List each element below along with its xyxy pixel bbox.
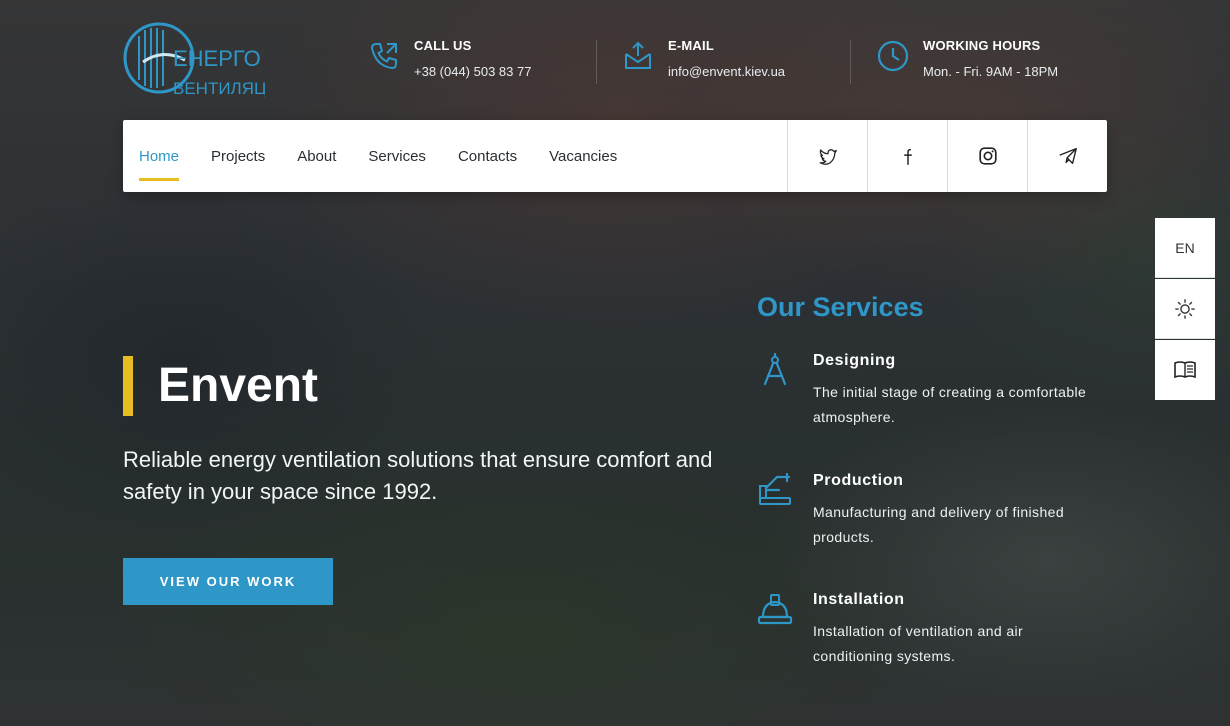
- hero-accent-bar: [123, 356, 133, 416]
- language-switch[interactable]: EN: [1155, 218, 1215, 278]
- logo-icon: ЕНЕРГО ВЕНТИЛЯЦІЯ: [123, 22, 284, 98]
- logo-line-2: ВЕНТИЛЯЦІЯ: [173, 79, 265, 98]
- phone-icon: [371, 43, 397, 69]
- service-name: Installation: [813, 591, 905, 608]
- service-description: The initial stage of creating a comforta…: [813, 384, 1087, 425]
- nav-contacts[interactable]: Contacts: [458, 142, 517, 171]
- working-hours-label: WORKING HOURS: [923, 38, 1041, 53]
- instagram-button[interactable]: [947, 120, 1027, 192]
- logo[interactable]: ЕНЕРГО ВЕНТИЛЯЦІЯ: [123, 18, 284, 102]
- nav-about[interactable]: About: [297, 142, 336, 171]
- services-title: Our Services: [757, 292, 924, 322]
- hero-title: Envent: [158, 359, 319, 412]
- twitter-icon: [819, 149, 837, 165]
- reader-mode-button[interactable]: [1155, 340, 1215, 400]
- twitter-button[interactable]: [787, 120, 867, 192]
- call-us-label: CALL US: [414, 38, 472, 53]
- service-description: Manufacturing and delivery of finished p…: [813, 504, 1065, 545]
- sun-icon: [1175, 298, 1195, 319]
- email-value[interactable]: info@envent.kiev.ua: [668, 64, 785, 79]
- email-label: E-MAIL: [668, 38, 714, 53]
- nav-projects[interactable]: Projects: [211, 142, 265, 171]
- working-hours-block: WORKING HOURS Mon. - Fri. 9AM - 18PM: [877, 38, 1058, 79]
- mail-icon: [625, 41, 651, 69]
- working-hours-value: Mon. - Fri. 9AM - 18PM: [923, 64, 1059, 79]
- call-us-block: CALL US +38 (044) 503 83 77: [368, 38, 531, 79]
- logo-line-1: ЕНЕРГО: [173, 46, 261, 71]
- instagram-icon: [978, 147, 997, 165]
- service-name: Production: [813, 472, 904, 489]
- main-navbar: Home Projects About Services Contacts Va…: [123, 120, 1107, 192]
- service-description: Installation of ventilation and air cond…: [813, 623, 1024, 664]
- facebook-icon: [903, 148, 912, 165]
- clock-icon: [877, 40, 909, 72]
- side-toolbar: EN: [1155, 218, 1215, 400]
- nav-home[interactable]: Home: [139, 142, 180, 181]
- nav-vacancies[interactable]: Vacancies: [549, 142, 617, 171]
- email-block: E-MAIL info@envent.kiev.ua: [622, 38, 785, 79]
- hero-subtitle: Reliable energy ventilation solutions th…: [123, 447, 713, 504]
- divider: [596, 40, 597, 84]
- service-name: Designing: [813, 352, 896, 369]
- hardhat-icon: [757, 594, 793, 625]
- facebook-button[interactable]: [867, 120, 947, 192]
- nav-links: Home Projects About Services Contacts Va…: [123, 120, 787, 192]
- robot-arm-icon: [759, 472, 791, 505]
- divider: [850, 40, 851, 84]
- call-us-value[interactable]: +38 (044) 503 83 77: [414, 64, 531, 79]
- nav-services[interactable]: Services: [368, 142, 426, 171]
- compass-icon: [763, 352, 787, 386]
- book-icon: [1174, 361, 1196, 379]
- telegram-button[interactable]: [1027, 120, 1107, 192]
- theme-toggle[interactable]: [1155, 279, 1215, 339]
- page: ЕНЕРГО ВЕНТИЛЯЦІЯ CALL US +38 (044) 503 …: [0, 0, 1230, 726]
- view-our-work-button[interactable]: VIEW OUR WORK: [123, 558, 333, 605]
- telegram-icon: [1059, 147, 1077, 165]
